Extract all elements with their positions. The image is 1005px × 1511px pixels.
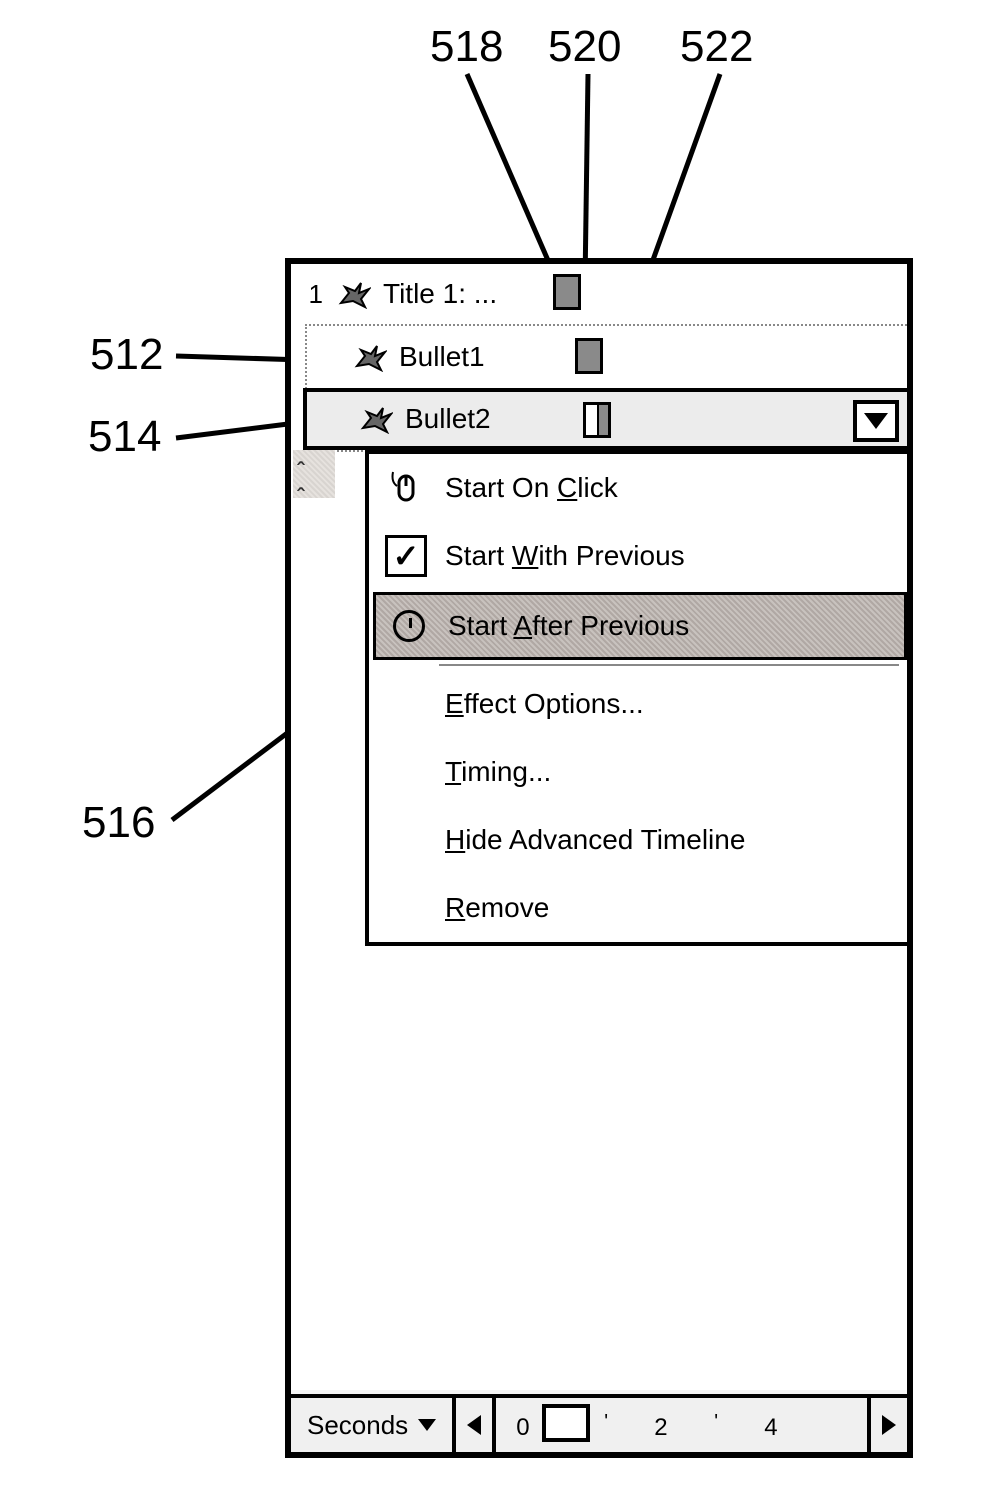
timing-bar-title1[interactable] bbox=[553, 274, 581, 310]
triangle-right-icon bbox=[882, 1415, 896, 1435]
collapse-chevron-icon[interactable]: ˆˆ bbox=[297, 458, 327, 488]
menu-item-start-on-click[interactable]: Start On Click bbox=[369, 454, 907, 522]
animation-row-label: Bullet1 bbox=[399, 341, 485, 373]
animation-pane-panel: 1 Title 1: ... Bullet1 Bu bbox=[285, 258, 913, 1458]
row-dropdown-button[interactable] bbox=[853, 400, 899, 442]
checkmark-icon: ✓ bbox=[383, 533, 429, 579]
effect-star-icon bbox=[351, 342, 387, 372]
menu-item-label: Start On Click bbox=[445, 472, 618, 504]
animation-context-menu: Start On Click ✓ Start With Previous Sta… bbox=[365, 450, 907, 946]
row-index: 1 bbox=[303, 279, 323, 310]
menu-item-hide-advanced-timeline[interactable]: Hide Advanced Timeline bbox=[369, 806, 907, 874]
menu-item-label: Remove bbox=[445, 892, 549, 924]
ruler-tick-2: 2 bbox=[654, 1414, 667, 1442]
timing-bar-bullet2[interactable] bbox=[583, 402, 611, 438]
triangle-left-icon bbox=[467, 1415, 481, 1435]
animation-row-label: Title 1: ... bbox=[383, 278, 497, 310]
scroll-left-button[interactable] bbox=[456, 1398, 496, 1452]
clock-icon bbox=[386, 603, 432, 649]
timeline-footer: Seconds 0 ' 2 ' 4 bbox=[291, 1394, 907, 1452]
mouse-click-icon bbox=[383, 465, 429, 511]
menu-item-effect-options[interactable]: Effect Options... bbox=[369, 670, 907, 738]
timeline-slider[interactable] bbox=[542, 1404, 590, 1442]
menu-item-label: Start With Previous bbox=[445, 540, 685, 572]
timing-bar-bullet1[interactable] bbox=[575, 338, 603, 374]
animation-list: 1 Title 1: ... Bullet1 Bu bbox=[291, 264, 907, 1390]
menu-item-label: Effect Options... bbox=[445, 688, 644, 720]
timeline-ruler[interactable]: 0 ' 2 ' 4 bbox=[496, 1398, 867, 1452]
seconds-dropdown[interactable]: Seconds bbox=[291, 1398, 456, 1452]
scroll-right-button[interactable] bbox=[867, 1398, 907, 1452]
animation-row-title1[interactable]: 1 Title 1: ... bbox=[291, 264, 907, 324]
animation-row-bullet1[interactable]: Bullet1 bbox=[307, 326, 907, 388]
chevron-down-icon bbox=[418, 1419, 436, 1431]
ruler-tick-4: 4 bbox=[764, 1414, 777, 1442]
menu-item-remove[interactable]: Remove bbox=[369, 874, 907, 942]
menu-item-label: Start After Previous bbox=[448, 610, 689, 642]
animation-row-label: Bullet2 bbox=[405, 403, 491, 435]
ruler-tick-0: 0 bbox=[516, 1414, 529, 1442]
menu-item-start-after-previous[interactable]: Start After Previous bbox=[373, 592, 907, 660]
effect-star-icon bbox=[357, 404, 393, 434]
menu-divider bbox=[439, 664, 899, 666]
menu-item-label: Hide Advanced Timeline bbox=[445, 824, 745, 856]
animation-row-bullet2-selected[interactable]: Bullet2 bbox=[303, 388, 907, 450]
animation-subgroup: Bullet1 Bullet2 bbox=[305, 324, 907, 452]
menu-item-label: Timing... bbox=[445, 756, 551, 788]
chevron-down-icon bbox=[864, 413, 888, 429]
effect-star-icon bbox=[335, 279, 371, 309]
menu-item-timing[interactable]: Timing... bbox=[369, 738, 907, 806]
seconds-label: Seconds bbox=[307, 1410, 408, 1441]
menu-item-start-with-previous[interactable]: ✓ Start With Previous bbox=[369, 522, 907, 590]
